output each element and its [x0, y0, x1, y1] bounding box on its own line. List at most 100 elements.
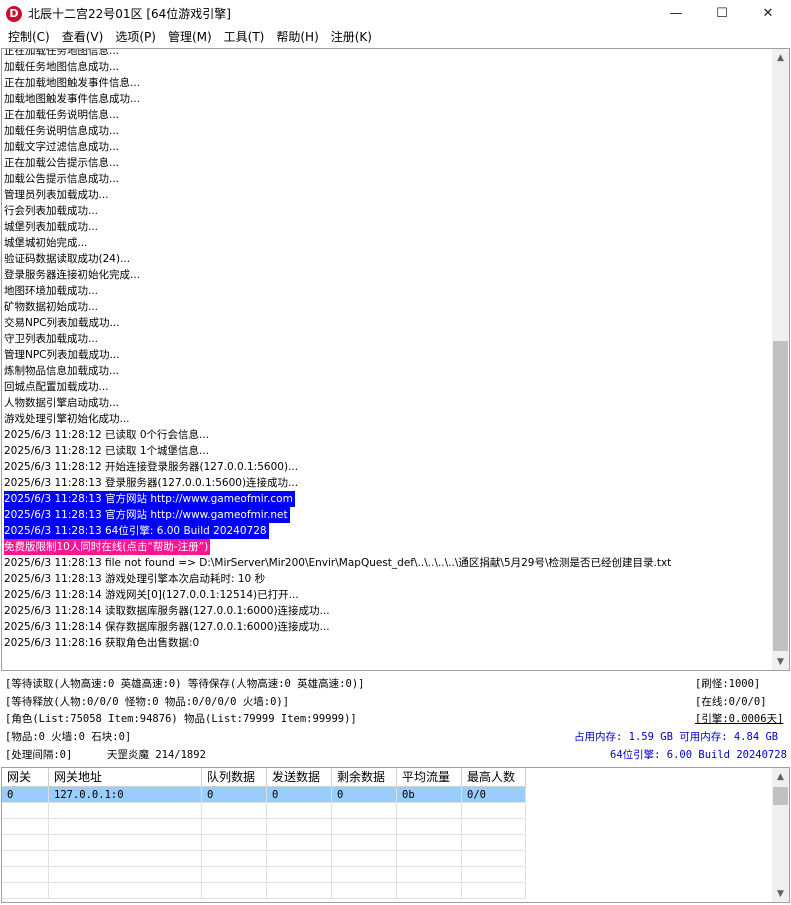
menu-register[interactable]: 注册(K) — [325, 27, 378, 47]
scroll-down-icon[interactable]: ▼ — [772, 653, 789, 670]
log-line: 2025/6/3 11:28:13 64位引擎: 6.00 Build 2024… — [3, 523, 773, 539]
log-line: 管理NPC列表加载成功... — [3, 347, 773, 363]
table-cell-empty — [2, 835, 49, 851]
log-line-text: 正在加载地图触发事件信息... — [4, 77, 141, 89]
maximize-button[interactable]: ☐ — [699, 0, 745, 27]
log-scroll-thumb[interactable] — [773, 341, 788, 651]
log-line-text: 矿物数据初始成功... — [4, 301, 99, 313]
table-cell-empty — [462, 803, 526, 819]
log-line: 炼制物品信息加载成功... — [3, 363, 773, 379]
log-line-text: 2025/6/3 11:28:14 保存数据库服务器(127.0.0.1:600… — [4, 621, 330, 633]
log-line-text: 2025/6/3 11:28:16 获取角色出售数据:0 — [4, 637, 200, 649]
log-line-text: 守卫列表加载成功... — [4, 333, 99, 345]
table-cell-empty — [332, 835, 397, 851]
log-content: 正在加载任务地图信息... 加载任务地图信息成功... 正在加载地图触发事件信息..… — [3, 49, 773, 670]
menu-bar: 控制(C) 查看(V) 选项(P) 管理(M) 工具(T) 帮助(H) 注册(K… — [0, 27, 791, 47]
menu-manage[interactable]: 管理(M) — [162, 27, 218, 47]
log-line: 加载任务说明信息成功... — [3, 123, 773, 139]
log-line: 矿物数据初始成功... — [3, 299, 773, 315]
menu-control[interactable]: 控制(C) — [2, 27, 56, 47]
cell-remaining-data: 0 — [332, 787, 397, 803]
table-scroll-thumb[interactable] — [773, 787, 788, 805]
scroll-up-icon[interactable]: ▲ — [772, 49, 789, 66]
table-cell-empty — [49, 803, 202, 819]
table-cell-empty — [202, 851, 267, 867]
log-panel[interactable]: 正在加载任务地图信息... 加载任务地图信息成功... 正在加载地图触发事件信息..… — [1, 48, 790, 671]
log-line: 2025/6/3 11:28:13 官方网站 http://www.gameof… — [3, 491, 773, 507]
table-scrollbar[interactable]: ▲ ▼ — [772, 768, 789, 902]
col-max-users[interactable]: 最高人数 — [462, 768, 526, 787]
table-cell-empty — [2, 883, 49, 899]
log-line-text: 正在加载任务说明信息... — [4, 109, 120, 121]
log-line: 行会列表加载成功... — [3, 203, 773, 219]
log-line-text: 人物数据引擎启动成功... — [4, 397, 120, 409]
menu-tools[interactable]: 工具(T) — [218, 27, 271, 47]
table-row-empty — [2, 835, 526, 851]
table-header: 网关 网关地址 队列数据 发送数据 剩余数据 平均流量 最高人数 — [2, 768, 526, 787]
log-line: 管理员列表加载成功... — [3, 187, 773, 203]
table-cell-empty — [267, 803, 332, 819]
log-line: 2025/6/3 11:28:12 已读取 0个行会信息... — [3, 427, 773, 443]
log-line-text: 管理员列表加载成功... — [4, 189, 109, 201]
col-avg-traffic[interactable]: 平均流量 — [397, 768, 462, 787]
log-line-text: 2025/6/3 11:28:12 已读取 0个行会信息... — [4, 429, 210, 441]
table-cell-empty — [267, 883, 332, 899]
minimize-button[interactable]: — — [653, 0, 699, 27]
table-cell-empty — [462, 819, 526, 835]
log-line-text: 2025/6/3 11:28:14 读取数据库服务器(127.0.0.1:600… — [4, 605, 330, 617]
table-cell-empty — [397, 819, 462, 835]
log-line-text: 地图环境加载成功... — [4, 285, 99, 297]
log-line-text: 行会列表加载成功... — [4, 205, 99, 217]
log-line: 2025/6/3 11:28:16 获取角色出售数据:0 — [3, 635, 773, 651]
log-line: 回城点配置加载成功... — [3, 379, 773, 395]
col-remaining-data[interactable]: 剩余数据 — [332, 768, 397, 787]
table-cell-empty — [267, 867, 332, 883]
close-button[interactable]: ✕ — [745, 0, 791, 27]
table-cell-empty — [202, 883, 267, 899]
log-line-text: 验证码数据读取成功(24)... — [4, 253, 131, 265]
log-line-text: 登录服务器连接初始化完成... — [4, 269, 141, 281]
menu-view[interactable]: 查看(V) — [56, 27, 110, 47]
table-cell-empty — [332, 819, 397, 835]
log-line: 加载任务地图信息成功... — [3, 59, 773, 75]
log-line: 2025/6/3 11:28:14 游戏网关[0](127.0.0.1:1251… — [3, 587, 773, 603]
table-scroll-up-icon[interactable]: ▲ — [772, 768, 789, 785]
log-line: 城堡列表加载成功... — [3, 219, 773, 235]
col-gateway[interactable]: 网关 — [2, 768, 49, 787]
table-cell-empty — [49, 851, 202, 867]
col-sent-data[interactable]: 发送数据 — [267, 768, 332, 787]
status-interval: [处理间隔:0] — [5, 749, 73, 761]
log-line-text: 2025/6/3 11:28:13 file not found => D:\M… — [4, 557, 672, 569]
table-cell-empty — [397, 851, 462, 867]
col-queue-data[interactable]: 队列数据 — [202, 768, 267, 787]
table-row[interactable]: 0 127.0.0.1:0 0 0 0 0b 0/0 — [2, 787, 526, 803]
table-scroll-down-icon[interactable]: ▼ — [772, 885, 789, 902]
menu-options[interactable]: 选项(P) — [109, 27, 162, 47]
table-cell-empty — [49, 819, 202, 835]
log-line: 2025/6/3 11:28:14 读取数据库服务器(127.0.0.1:600… — [3, 603, 773, 619]
gateway-table[interactable]: 网关 网关地址 队列数据 发送数据 剩余数据 平均流量 最高人数 0 127.0… — [1, 767, 790, 903]
cell-max-users: 0/0 — [462, 787, 526, 803]
status-monster-refresh: [刷怪:1000] — [695, 678, 761, 690]
log-line-text: 城堡城初始完成... — [4, 237, 88, 249]
status-engine-uptime[interactable]: [引擎:0.0006天] — [695, 711, 783, 727]
table-cell-empty — [332, 883, 397, 899]
log-line-text: 炼制物品信息加载成功... — [4, 365, 120, 377]
col-gateway-address[interactable]: 网关地址 — [49, 768, 202, 787]
status-monster-count: 天罡炎魔 214/1892 — [107, 749, 206, 761]
log-line: 城堡城初始完成... — [3, 235, 773, 251]
log-line-text: 城堡列表加载成功... — [4, 221, 99, 233]
log-line: 2025/6/3 11:28:13 file not found => D:\M… — [3, 555, 773, 571]
log-line: 免费版限制10人同时在线(点击“帮助-注册”) — [3, 539, 773, 555]
log-line: 正在加载任务说明信息... — [3, 107, 773, 123]
log-line-text: 加载任务说明信息成功... — [4, 125, 120, 137]
table-cell-empty — [462, 867, 526, 883]
log-scrollbar[interactable]: ▲ ▼ — [772, 49, 789, 670]
table-cell-empty — [397, 835, 462, 851]
cell-sent-data: 0 — [267, 787, 332, 803]
table-cell-empty — [267, 819, 332, 835]
table-cell-empty — [397, 803, 462, 819]
menu-help[interactable]: 帮助(H) — [270, 27, 324, 47]
log-line: 游戏处理引擎初始化成功... — [3, 411, 773, 427]
log-line-text: 2025/6/3 11:28:13 官方网站 http://www.gameof… — [4, 507, 290, 523]
